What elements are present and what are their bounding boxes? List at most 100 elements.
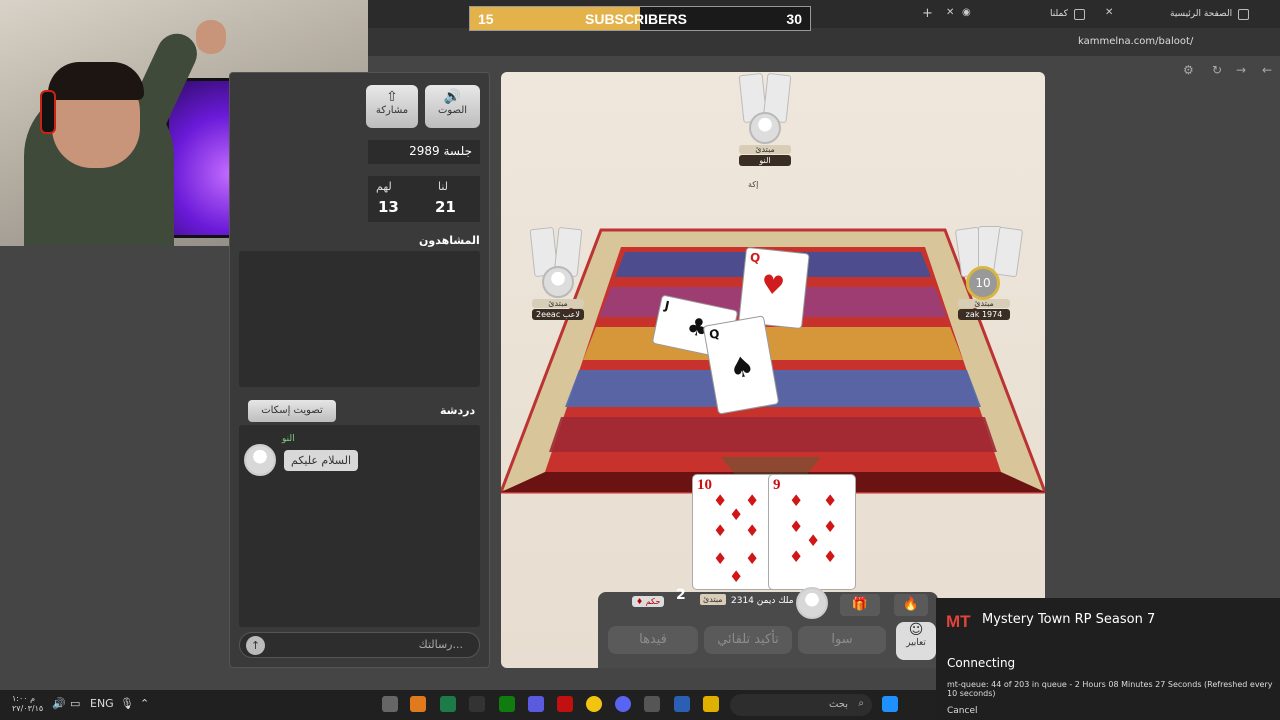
hand-card-9-diamonds[interactable]: 9 ♦ ♦ ♦ ♦ ♦ ♦ ♦ bbox=[768, 474, 856, 590]
player-name: ملك ديمن 2314 bbox=[731, 596, 794, 606]
auto-confirm-button[interactable]: تأكيد تلقائي bbox=[704, 626, 792, 654]
us-score: 21 bbox=[435, 198, 456, 216]
share-label: مشاركة bbox=[375, 105, 409, 116]
gift-icon[interactable]: 🎁 bbox=[840, 594, 880, 616]
chat-message: السلام عليكم bbox=[284, 450, 359, 471]
volume-icon[interactable]: 🔊 bbox=[52, 697, 66, 710]
network-icon[interactable]: ▭ bbox=[70, 697, 80, 710]
subscriber-goal: 30 bbox=[786, 11, 802, 27]
sound-label: الصوت bbox=[437, 105, 468, 116]
player-top[interactable]: مبتدئ النو bbox=[735, 112, 795, 166]
tab-kammelna[interactable]: كملنا bbox=[1050, 4, 1085, 24]
windows-start-icon[interactable] bbox=[882, 696, 898, 712]
url-field[interactable]: kammelna.com/baloot/ bbox=[1078, 36, 1193, 47]
clock: م ١:٠٠ ٢٧/٠٣/١٥ bbox=[12, 694, 43, 714]
chat-avatar bbox=[244, 444, 276, 476]
player-left[interactable]: مبتدئ 2eeac لاعب bbox=[528, 266, 588, 320]
tab-mute-icon[interactable]: ◉ bbox=[962, 7, 971, 18]
tab-favicon-icon bbox=[1238, 8, 1250, 20]
diamond-icon: ♦ bbox=[823, 547, 838, 566]
diamond-icon: ♦ bbox=[823, 517, 838, 536]
app-icon[interactable] bbox=[674, 696, 690, 712]
share-button[interactable]: ⇧ مشاركة bbox=[366, 85, 418, 128]
chat-username: النو bbox=[282, 434, 295, 444]
tray-expand-icon[interactable]: ⌃ bbox=[140, 697, 149, 710]
folder-icon[interactable] bbox=[703, 696, 719, 712]
send-icon[interactable]: ↑ bbox=[246, 636, 265, 655]
app-icon[interactable] bbox=[410, 696, 426, 712]
site-settings-icon[interactable]: ⚙ bbox=[1183, 63, 1194, 77]
store-icon[interactable] bbox=[644, 696, 660, 712]
diamond-icon: ♦ bbox=[729, 567, 744, 586]
mute-vote-button[interactable]: تصويت إسكات bbox=[248, 400, 336, 422]
app-icon[interactable] bbox=[382, 696, 398, 712]
bid-count: 2 bbox=[676, 587, 686, 603]
player-note: إكة bbox=[748, 180, 759, 189]
player-name: zak 1974 bbox=[958, 309, 1010, 320]
player-rank: مبتدئ bbox=[532, 299, 584, 308]
chrome-icon[interactable] bbox=[586, 696, 602, 712]
message-placeholder: رسالتك... bbox=[418, 638, 463, 651]
card-rank: J bbox=[663, 298, 671, 314]
search-icon: ⌕ bbox=[858, 698, 864, 709]
clock-time: م ١:٠٠ bbox=[12, 694, 36, 703]
trump-tag: ♦ حكم bbox=[632, 596, 665, 607]
hand-card-10-diamonds[interactable]: 10 ♦ ♦ ♦ ♦ ♦ ♦ ♦ ♦ bbox=[692, 474, 780, 590]
player-avatar bbox=[542, 266, 574, 298]
spade-suit-icon: ♠ bbox=[726, 348, 758, 386]
app-icon[interactable] bbox=[469, 696, 485, 712]
diamond-icon: ♦ bbox=[745, 491, 760, 510]
taskbar-search[interactable]: ⌕ بحث bbox=[730, 694, 872, 716]
diamond-icon: ♦ bbox=[729, 505, 744, 524]
tab-label: الصفحة الرئيسية bbox=[1170, 9, 1233, 19]
them-score: 13 bbox=[378, 198, 399, 216]
emote-label: تعابير bbox=[906, 638, 926, 648]
discord-icon[interactable] bbox=[615, 696, 631, 712]
forward-icon[interactable]: → bbox=[1236, 63, 1246, 77]
diamond-icon: ♦ bbox=[789, 491, 804, 510]
excel-icon[interactable] bbox=[440, 696, 456, 712]
them-label: لهم bbox=[376, 180, 392, 193]
player-name: 2eeac لاعب bbox=[532, 309, 584, 320]
new-tab-icon[interactable]: + bbox=[922, 6, 933, 21]
tab-home[interactable]: الصفحة الرئيسية bbox=[1170, 4, 1250, 24]
close-tab-icon[interactable]: ✕ bbox=[946, 7, 954, 18]
reload-icon[interactable]: ↻ bbox=[1212, 63, 1222, 77]
tab-label: كملنا bbox=[1050, 9, 1068, 19]
diamond-icon: ♦ bbox=[745, 521, 760, 540]
sawa-button[interactable]: سوا bbox=[798, 626, 886, 654]
diamond-icon: ♦ bbox=[713, 491, 728, 510]
card-rank: Q bbox=[749, 250, 761, 266]
back-icon[interactable]: ← bbox=[1262, 63, 1272, 77]
message-input[interactable]: ↑ رسالتك... bbox=[239, 632, 480, 658]
us-label: لنا bbox=[438, 180, 449, 193]
app-icon[interactable] bbox=[557, 696, 573, 712]
clock-date: ٢٧/٠٣/١٥ bbox=[12, 704, 44, 713]
search-placeholder: بحث bbox=[828, 699, 848, 710]
chat-title: دردشة bbox=[440, 404, 476, 417]
trump-tag-label: حكم bbox=[645, 597, 661, 606]
toast-detail: mt-queue: 44 of 203 in queue - 2 Hours 0… bbox=[947, 680, 1273, 698]
xbox-icon[interactable] bbox=[499, 696, 515, 712]
cancel-button[interactable]: Cancel bbox=[947, 706, 978, 716]
diamond-icon: ♦ bbox=[789, 517, 804, 536]
mt-logo-icon: MT bbox=[946, 612, 971, 631]
viewers-list bbox=[239, 251, 480, 387]
subscriber-goal-bar: 15 SUBSCRIBERS 30 bbox=[469, 6, 811, 31]
fire-icon[interactable]: 🔥 bbox=[894, 594, 928, 616]
mic-icon[interactable]: 🎙 bbox=[120, 697, 134, 710]
share-icon: ⇧ bbox=[386, 89, 398, 105]
diamond-icon: ♦ bbox=[636, 597, 646, 606]
toast-title: Mystery Town RP Season 7 bbox=[982, 612, 1156, 627]
record-button[interactable]: قيدها bbox=[608, 626, 698, 654]
diamond-icon: ♦ bbox=[713, 549, 728, 568]
heart-suit-icon: ♥ bbox=[759, 269, 787, 303]
game-controller-icon[interactable] bbox=[528, 696, 544, 712]
close-tab-icon[interactable]: ✕ bbox=[1105, 7, 1113, 18]
emote-button[interactable]: ☺ تعابير bbox=[896, 622, 936, 660]
connection-toast: MT Mystery Town RP Season 7 Connecting m… bbox=[936, 598, 1280, 720]
player-rank: مبتدئ bbox=[958, 299, 1010, 308]
subscriber-count: 15 bbox=[478, 11, 494, 27]
sound-button[interactable]: 🔊 الصوت bbox=[425, 85, 480, 128]
language-indicator[interactable]: ENG bbox=[90, 697, 114, 710]
